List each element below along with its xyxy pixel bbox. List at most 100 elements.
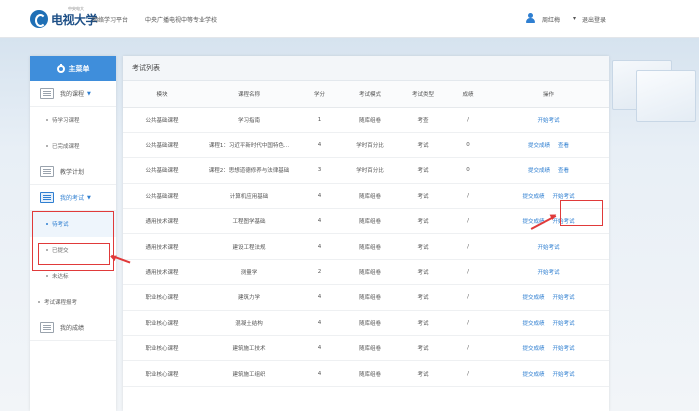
sidebar-sub-pending-courses[interactable]: 待学习课程 bbox=[30, 107, 116, 133]
bullet-icon bbox=[46, 249, 48, 251]
site-logo[interactable]: 电视大学 中央电大 bbox=[30, 6, 98, 29]
bullet-icon bbox=[38, 301, 40, 303]
sidebar-item-label: 我的成绩 bbox=[60, 325, 85, 332]
submit-grade-link[interactable]: 提交成绩 bbox=[528, 168, 550, 174]
cell-credit: 4 bbox=[297, 132, 342, 159]
table-row: 公共基础课程 学习指南 1 随库组卷 考查 / 开始考试 bbox=[123, 107, 609, 133]
cell-credit: 4 bbox=[297, 284, 342, 311]
cell-course-name: 计算机应用基础 bbox=[201, 183, 297, 210]
cell-score: / bbox=[448, 335, 488, 362]
cell-exam-mode: 随库组卷 bbox=[342, 310, 398, 337]
start-exam-link[interactable]: 开始考试 bbox=[553, 194, 575, 200]
cell-credit: 2 bbox=[297, 259, 342, 286]
cell-module: 职业核心课程 bbox=[123, 310, 201, 337]
sidebar-item-teaching-plan[interactable]: 教学计划 bbox=[30, 159, 116, 185]
user-dropdown-caret-icon[interactable]: ▾ bbox=[573, 15, 576, 22]
cell-module: 公共基础课程 bbox=[123, 183, 201, 210]
logo-icon bbox=[30, 10, 48, 28]
sidebar-item-label: 我的考试 bbox=[60, 195, 85, 202]
username-link[interactable]: 周红梅 bbox=[542, 15, 560, 24]
start-exam-link[interactable]: 开始考试 bbox=[537, 118, 559, 124]
sidebar-item-my-courses[interactable]: 我的课程 ▼ bbox=[30, 81, 116, 107]
sidebar-sub-pending-exam[interactable]: 待考试 bbox=[30, 211, 116, 237]
cell-actions: 提交成绩 查看 bbox=[488, 132, 609, 159]
table-row: 职业核心课程 建筑施工技术 4 随库组卷 考试 / 提交成绩 开始考试 bbox=[123, 335, 609, 362]
sidebar-sub-exam-register[interactable]: 考试课程报考 bbox=[30, 289, 116, 315]
table-row: 通用技术课程 建设工程法规 4 随库组卷 考试 / 开始考试 bbox=[123, 233, 609, 260]
cell-actions: 提交成绩 查看 bbox=[488, 157, 609, 184]
exam-table-body: 公共基础课程 学习指南 1 随库组卷 考查 / 开始考试 公共基础课程 课程1：习近平新时代中国… bbox=[123, 107, 609, 387]
sidebar-item-my-exams[interactable]: 我的考试 ▼ bbox=[30, 185, 116, 211]
cell-course-name: 建筑力学 bbox=[201, 284, 297, 311]
cell-score: 0 bbox=[448, 157, 488, 184]
start-exam-link[interactable]: 开始考试 bbox=[553, 295, 575, 301]
logo-text: 电视大学 bbox=[51, 12, 98, 27]
cell-score: / bbox=[448, 183, 488, 210]
table-row: 通用技术课程 测量学 2 随库组卷 考试 / 开始考试 bbox=[123, 259, 609, 286]
bullet-icon bbox=[46, 275, 48, 277]
bullet-icon bbox=[46, 145, 48, 147]
column-header: 学分 bbox=[297, 81, 342, 108]
logo-tag: 中央电大 bbox=[68, 6, 84, 11]
cell-credit: 3 bbox=[297, 157, 342, 184]
cell-module: 公共基础课程 bbox=[123, 157, 201, 184]
cell-actions: 开始考试 bbox=[488, 107, 609, 133]
cell-module: 公共基础课程 bbox=[123, 107, 201, 133]
cell-exam-mode: 学时百分比 bbox=[342, 132, 398, 159]
column-header: 课程名称 bbox=[201, 81, 297, 108]
cell-module: 职业核心课程 bbox=[123, 360, 201, 387]
cell-credit: 4 bbox=[297, 183, 342, 210]
start-exam-link[interactable]: 开始考试 bbox=[553, 372, 575, 378]
submit-grade-link[interactable]: 提交成绩 bbox=[528, 143, 550, 149]
submit-grade-link[interactable]: 提交成绩 bbox=[522, 295, 544, 301]
start-exam-link[interactable]: 开始考试 bbox=[553, 219, 575, 225]
table-row: 职业核心课程 建筑施工组织 4 随库组卷 考试 / 提交成绩 开始考试 bbox=[123, 360, 609, 387]
cell-actions: 提交成绩 开始考试 bbox=[488, 183, 609, 210]
cell-exam-type: 考试 bbox=[398, 360, 448, 387]
cell-exam-type: 考试 bbox=[398, 233, 448, 260]
start-exam-link[interactable]: 开始考试 bbox=[553, 346, 575, 352]
chevron-down-icon: ▼ bbox=[87, 194, 91, 201]
start-exam-link[interactable]: 开始考试 bbox=[537, 245, 559, 251]
cell-credit: 4 bbox=[297, 310, 342, 337]
cell-course-name: 课程2：思想道德修养与法律基础 bbox=[201, 157, 297, 184]
cell-exam-type: 考试 bbox=[398, 284, 448, 311]
sidebar-item-my-grades[interactable]: 我的成绩 bbox=[30, 315, 116, 341]
view-link[interactable]: 查看 bbox=[558, 168, 569, 174]
cell-exam-mode: 随库组卷 bbox=[342, 183, 398, 210]
sidebar-sub-submitted[interactable]: 已提交 bbox=[30, 237, 116, 263]
chevron-down-icon: ▼ bbox=[87, 90, 91, 97]
column-header: 模块 bbox=[123, 81, 201, 108]
cell-course-name: 测量学 bbox=[201, 259, 297, 286]
cell-exam-type: 考试 bbox=[398, 335, 448, 362]
exam-list-panel: 考试列表 模块 课程名称 学分 考试模式 考试类型 成绩 操作 公共基础课程 学习… bbox=[123, 56, 609, 411]
cell-module: 公共基础课程 bbox=[123, 132, 201, 159]
logout-link[interactable]: 退出登录 bbox=[582, 15, 606, 24]
column-header: 操作 bbox=[488, 81, 609, 108]
cell-credit: 4 bbox=[297, 335, 342, 362]
submit-grade-link[interactable]: 提交成绩 bbox=[522, 346, 544, 352]
main-menu-title: 主菜单 bbox=[68, 64, 90, 73]
cell-module: 通用技术课程 bbox=[123, 233, 201, 260]
cell-actions: 提交成绩 开始考试 bbox=[488, 208, 609, 235]
sidebar-sub-label: 已提交 bbox=[52, 248, 69, 254]
submit-grade-link[interactable]: 提交成绩 bbox=[522, 372, 544, 378]
main-menu-header: 主菜单 bbox=[30, 56, 116, 81]
cell-actions: 提交成绩 开始考试 bbox=[488, 335, 609, 362]
column-header: 考试模式 bbox=[342, 81, 398, 108]
submit-grade-link[interactable]: 提交成绩 bbox=[522, 194, 544, 200]
start-exam-link[interactable]: 开始考试 bbox=[553, 321, 575, 327]
cell-course-name: 学习指南 bbox=[201, 107, 297, 133]
sidebar-sub-done-courses[interactable]: 已完成课程 bbox=[30, 133, 116, 159]
cell-actions: 提交成绩 开始考试 bbox=[488, 284, 609, 311]
start-exam-link[interactable]: 开始考试 bbox=[537, 270, 559, 276]
bullet-icon bbox=[46, 119, 48, 121]
exam-table: 模块 课程名称 学分 考试模式 考试类型 成绩 操作 公共基础课程 学习指南 1 随库… bbox=[123, 81, 609, 387]
column-header: 成绩 bbox=[448, 81, 488, 108]
cell-score: / bbox=[448, 310, 488, 337]
platform-name: 网络学习平台 bbox=[92, 17, 129, 24]
view-link[interactable]: 查看 bbox=[558, 143, 569, 149]
submit-grade-link[interactable]: 提交成绩 bbox=[522, 321, 544, 327]
cell-module: 职业核心课程 bbox=[123, 335, 201, 362]
sidebar-sub-not-passed[interactable]: 未达标 bbox=[30, 263, 116, 289]
